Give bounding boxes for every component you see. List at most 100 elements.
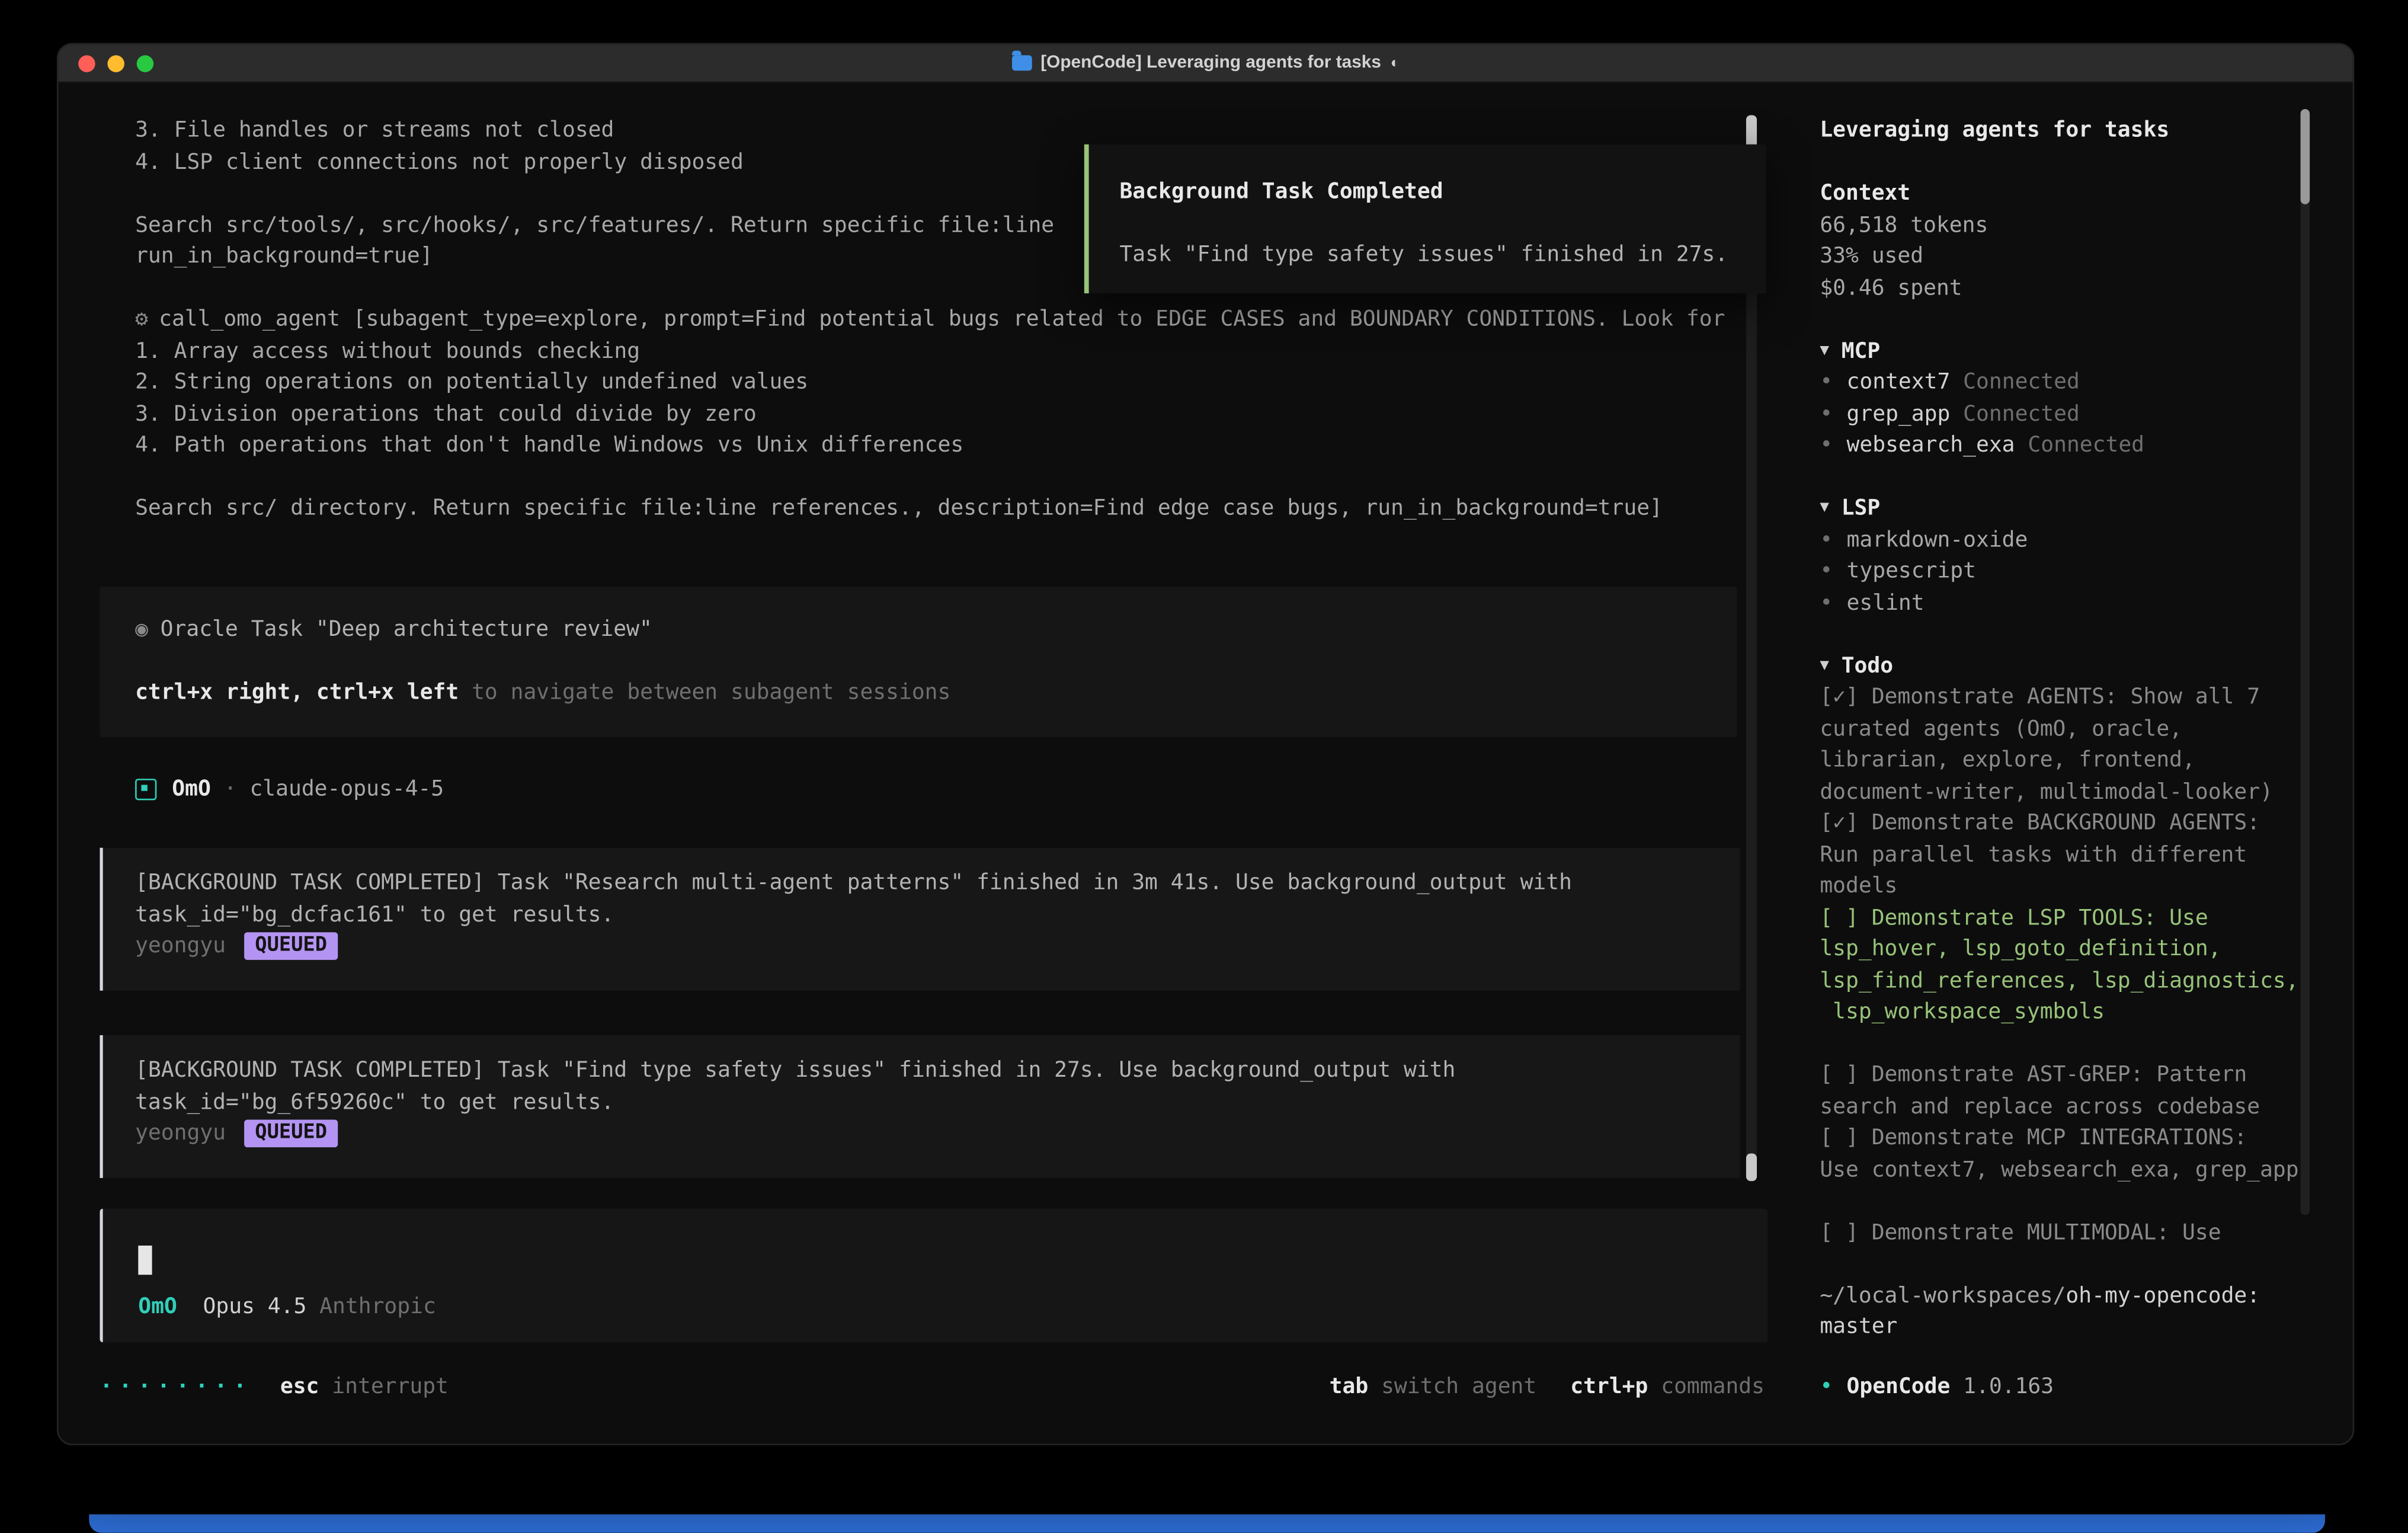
folder-icon — [1011, 55, 1032, 71]
half-moon-icon: ◐ — [1391, 55, 1400, 72]
workspace-branch: master — [1820, 1311, 2311, 1343]
todo-line: curated agents (OmO, oracle, — [1820, 713, 2311, 745]
todo-line: [ ] Demonstrate MCP INTEGRATIONS: — [1820, 1123, 2311, 1154]
close-button[interactable] — [78, 55, 95, 72]
todo-line: [✓] Demonstrate AGENTS: Show all 7 — [1820, 682, 2311, 713]
todo-heading: Todo — [1842, 651, 1893, 682]
mcp-name: context7 — [1847, 367, 1951, 398]
workspace-path-line: ~/local-workspaces/oh-my-opencode: — [1820, 1280, 2311, 1311]
todo-line: [✓] Demonstrate BACKGROUND AGENTS: — [1820, 808, 2311, 839]
mcp-status: Connected — [2028, 430, 2144, 462]
background-task-toast[interactable]: Background Task Completed Task "Find typ… — [1084, 145, 1766, 293]
agent-header: OmO · claude-opus-4-5 — [135, 774, 444, 805]
input-model-name: Opus 4.5 — [203, 1292, 307, 1323]
sidebar-context-section: Context 66,518 tokens 33% used $0.46 spe… — [1820, 178, 2311, 305]
oracle-title: Oracle Task "Deep architecture review" — [161, 615, 652, 646]
sidebar: Leveraging agents for tasks — [1820, 115, 2311, 146]
workspace-repo: oh-my-opencode: — [2066, 1280, 2260, 1311]
message-meta: yeongyu QUEUED — [135, 931, 1740, 962]
sidebar-footer: • OpenCode 1.0.163 — [1820, 1372, 2311, 1403]
prompt-input[interactable]: OmO Opus 4.5 Anthropic — [100, 1209, 1767, 1342]
oracle-hint-text: to navigate between subagent sessions — [459, 677, 950, 709]
log-line: 3. Division operations that could divide… — [135, 399, 1763, 430]
sidebar-mcp-section: ▼ MCP • context7 Connected • grep_app Co… — [1820, 335, 2311, 462]
oracle-title-line: ◉ Oracle Task "Deep architecture review" — [135, 615, 1737, 646]
terminal-window: [OpenCode] Leveraging agents for tasks ◐… — [57, 43, 2354, 1445]
todo-line: librarian, explore, frontend, — [1820, 745, 2311, 776]
todo-line: Use context7, websearch_exa, grep_app — [1820, 1154, 2311, 1186]
message-line: task_id="bg_dcfac161" to get results. — [135, 900, 1740, 931]
queued-message: [BACKGROUND TASK COMPLETED] Task "Find t… — [100, 1035, 1740, 1178]
agent-name: OmO — [172, 774, 211, 805]
app-version: 1.0.163 — [1963, 1372, 2054, 1403]
todo-line-active: lsp_find_references, lsp_diagnostics, — [1820, 965, 2311, 997]
author-name: yeongyu — [135, 1118, 226, 1150]
log-line: 1. Array access without bounds checking — [135, 335, 1763, 367]
bullet-icon: • — [1820, 367, 1833, 398]
toast-title: Background Task Completed — [1119, 177, 1766, 208]
log-line: Search src/ directory. Return specific f… — [135, 493, 1763, 524]
spinner-dots: ········ — [100, 1372, 252, 1403]
queued-message: [BACKGROUND TASK COMPLETED] Task "Resear… — [100, 848, 1740, 991]
bullet-icon: • — [1820, 1372, 1833, 1403]
mcp-section-header[interactable]: ▼ MCP — [1820, 335, 2311, 367]
fisheye-icon: ◉ — [135, 615, 148, 646]
traffic-lights — [78, 44, 153, 81]
tab-label: switch agent — [1381, 1375, 1536, 1399]
todo-line: [ ] Demonstrate AST-GREP: Pattern — [1820, 1060, 2311, 1091]
minimize-button[interactable] — [107, 55, 124, 72]
input-provider-name: Anthropic — [319, 1292, 436, 1323]
bullet-icon: • — [1820, 556, 1833, 587]
main-scrollbar-thumb-bottom[interactable] — [1746, 1153, 1757, 1181]
text-cursor — [138, 1246, 152, 1275]
mcp-heading: MCP — [1842, 335, 1881, 367]
lsp-item: • typescript — [1820, 556, 2311, 587]
toast-body: Task "Find type safety issues" finished … — [1119, 239, 1766, 271]
background-window-bar — [89, 1515, 2325, 1533]
todo-line: search and replace across codebase — [1820, 1092, 2311, 1123]
agent-separator — [211, 774, 224, 805]
todo-line: Run parallel tasks with different — [1820, 839, 2311, 870]
lsp-name: typescript — [1847, 556, 1976, 587]
todo-line-active: [ ] Demonstrate LSP TOOLS: Use — [1820, 902, 2311, 934]
mcp-name: websearch_exa — [1847, 430, 2015, 462]
agent-icon — [135, 779, 156, 801]
tool-call-text: call_omo_agent [subagent_type=explore, p… — [159, 304, 1725, 335]
todo-line: models — [1820, 871, 2311, 902]
mcp-item: • context7 Connected — [1820, 367, 2311, 398]
author-name: yeongyu — [135, 931, 226, 962]
sidebar-scrollbar-thumb[interactable] — [2301, 109, 2310, 204]
lsp-name: markdown-oxide — [1847, 524, 2028, 556]
app-name: OpenCode — [1847, 1372, 1951, 1403]
lsp-item: • eslint — [1820, 587, 2311, 619]
commands-key-hint: ctrl+p — [1570, 1375, 1648, 1399]
session-title: Leveraging agents for tasks — [1820, 115, 2311, 146]
log-line: 4. Path operations that don't handle Win… — [135, 430, 1763, 462]
bullet-icon: • — [1820, 587, 1833, 619]
lsp-name: eslint — [1847, 587, 1925, 619]
agent-model: claude-opus-4-5 — [249, 774, 444, 805]
todo-line-active: lsp_workspace_symbols — [1820, 997, 2311, 1028]
todo-section-header[interactable]: ▼ Todo — [1820, 651, 2311, 682]
window-title: [OpenCode] Leveraging agents for tasks ◐ — [1011, 54, 1400, 72]
chevron-down-icon: ▼ — [1820, 493, 1829, 524]
todo-line: document-writer, multimodal-looker) — [1820, 776, 2311, 808]
sidebar-lsp-section: ▼ LSP • markdown-oxide • typescript • es… — [1820, 493, 2311, 619]
log-line: 3. File handles or streams not closed — [135, 115, 1740, 146]
status-badge: QUEUED — [244, 933, 338, 961]
chevron-down-icon: ▼ — [1820, 651, 1829, 682]
tab-key-hint: tab — [1330, 1375, 1369, 1399]
screen: [OpenCode] Leveraging agents for tasks ◐… — [0, 0, 2408, 1533]
oracle-hint-keys: ctrl+x right, ctrl+x left — [135, 677, 459, 709]
context-heading: Context — [1820, 178, 2311, 210]
esc-key-hint: esc — [280, 1375, 319, 1399]
mcp-item: • websearch_exa Connected — [1820, 430, 2311, 462]
commands-label: commands — [1661, 1375, 1765, 1399]
zoom-button[interactable] — [137, 55, 154, 72]
mcp-name: grep_app — [1847, 399, 1951, 430]
message-line: [BACKGROUND TASK COMPLETED] Task "Resear… — [135, 868, 1740, 899]
lsp-heading: LSP — [1842, 493, 1881, 524]
lsp-section-header[interactable]: ▼ LSP — [1820, 493, 2311, 524]
sidebar-scrollbar[interactable] — [2301, 109, 2310, 1215]
log-line: 2. String operations on potentially unde… — [135, 367, 1763, 398]
